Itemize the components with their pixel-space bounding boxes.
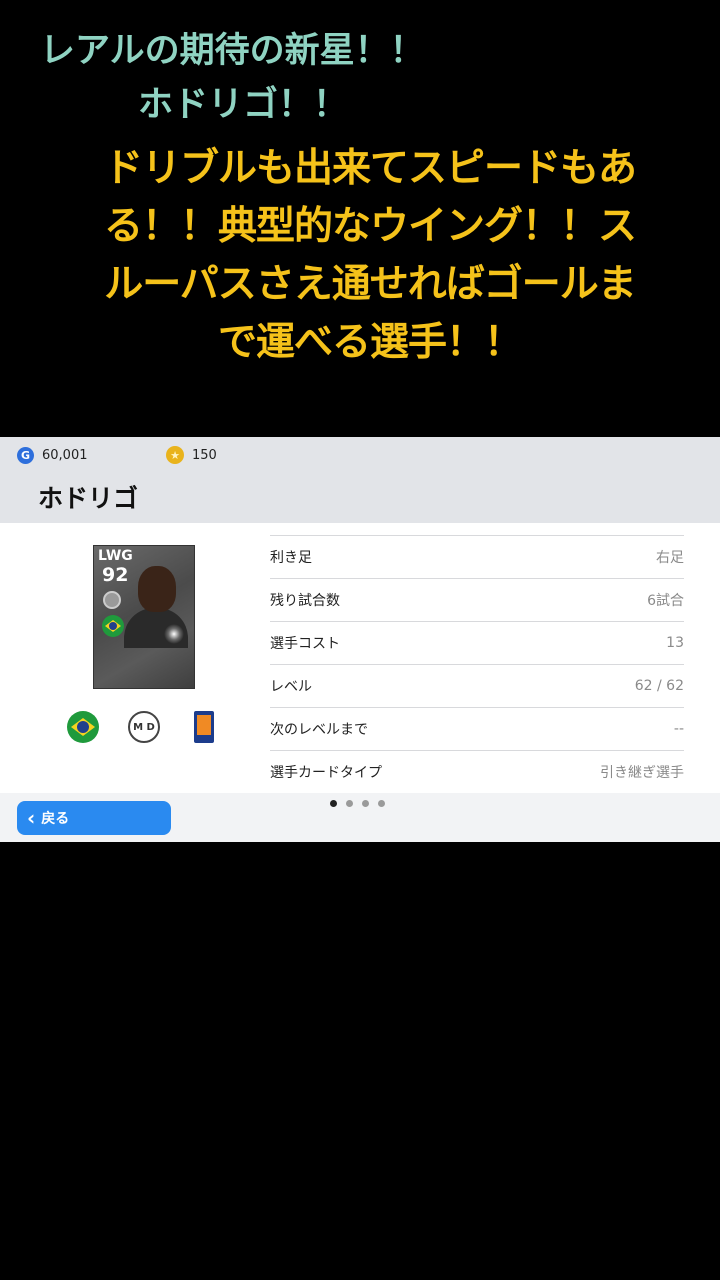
- header-bar: G 60,001 ★ 150 ホドリゴ: [0, 437, 720, 523]
- stat-label: 次のレベルまで: [270, 722, 368, 738]
- stat-row: 利き足 右足: [270, 535, 684, 578]
- stat-row: 次のレベルまで --: [270, 707, 684, 750]
- card-position: LWG: [98, 548, 133, 564]
- card-flag-icon: [102, 615, 124, 637]
- card-badge-icon: [103, 591, 121, 609]
- page-dot-active[interactable]: [330, 800, 337, 807]
- stat-value: 13: [666, 635, 684, 651]
- nationality-flag-icon[interactable]: [67, 711, 99, 743]
- coin-value: 150: [192, 447, 217, 463]
- stat-label: 選手コスト: [270, 636, 340, 652]
- caption-line-1: レアルの期待の新星！！: [40, 31, 425, 71]
- stat-value: 引き継ぎ選手: [600, 765, 684, 781]
- caption-line-2: ホドリゴ！！: [138, 85, 349, 125]
- page-title: ホドリゴ: [38, 484, 139, 513]
- stat-row: レベル 62 / 62: [270, 664, 684, 707]
- page-dot[interactable]: [378, 800, 385, 807]
- stat-row: 選手コスト 13: [270, 621, 684, 664]
- club-emblem-icon[interactable]: M D: [128, 711, 160, 743]
- stat-value: 6試合: [647, 593, 684, 609]
- stat-value: 62 / 62: [634, 678, 684, 694]
- page-dot[interactable]: [362, 800, 369, 807]
- coin-balance: ★ 150: [166, 445, 217, 465]
- stat-label: 選手カードタイプ: [270, 765, 382, 781]
- gp-value: 60,001: [42, 447, 88, 463]
- page-dot[interactable]: [346, 800, 353, 807]
- back-button-label: 戻る: [41, 811, 70, 827]
- card-overall: 92: [102, 564, 129, 586]
- stat-label: 利き足: [270, 550, 312, 566]
- league-logo-icon[interactable]: [194, 711, 214, 743]
- caption-line-3: ドリブルも出来てスピードもある！！典型的なウイング！！スルーパスさえ通せればゴー…: [103, 146, 637, 365]
- stat-label: レベル: [270, 679, 312, 695]
- player-detail-panel: G 60,001 ★ 150 ホドリゴ LWG 92 M D 利き足 右足 残り…: [0, 437, 720, 842]
- gp-balance: G 60,001: [17, 445, 88, 465]
- gp-icon: G: [17, 446, 34, 464]
- stats-table: 利き足 右足 残り試合数 6試合 選手コスト 13 レベル 62 / 62 次の…: [270, 535, 684, 793]
- page-indicator[interactable]: [330, 800, 385, 807]
- player-info: LWG 92 M D 利き足 右足 残り試合数 6試合 選手コスト 13 レベル…: [0, 523, 720, 793]
- stat-row: 残り試合数 6試合: [270, 578, 684, 621]
- stat-value: --: [673, 721, 684, 737]
- chevron-left-icon: ‹: [27, 806, 36, 830]
- player-card[interactable]: LWG 92: [93, 545, 195, 689]
- player-face-image: [138, 566, 176, 612]
- stat-row: 選手カードタイプ 引き継ぎ選手: [270, 750, 684, 793]
- card-shine: [164, 624, 184, 644]
- coin-icon: ★: [166, 446, 184, 464]
- stat-value: 右足: [656, 550, 684, 566]
- stat-label: 残り試合数: [270, 593, 340, 609]
- back-button[interactable]: ‹ 戻る: [17, 801, 171, 835]
